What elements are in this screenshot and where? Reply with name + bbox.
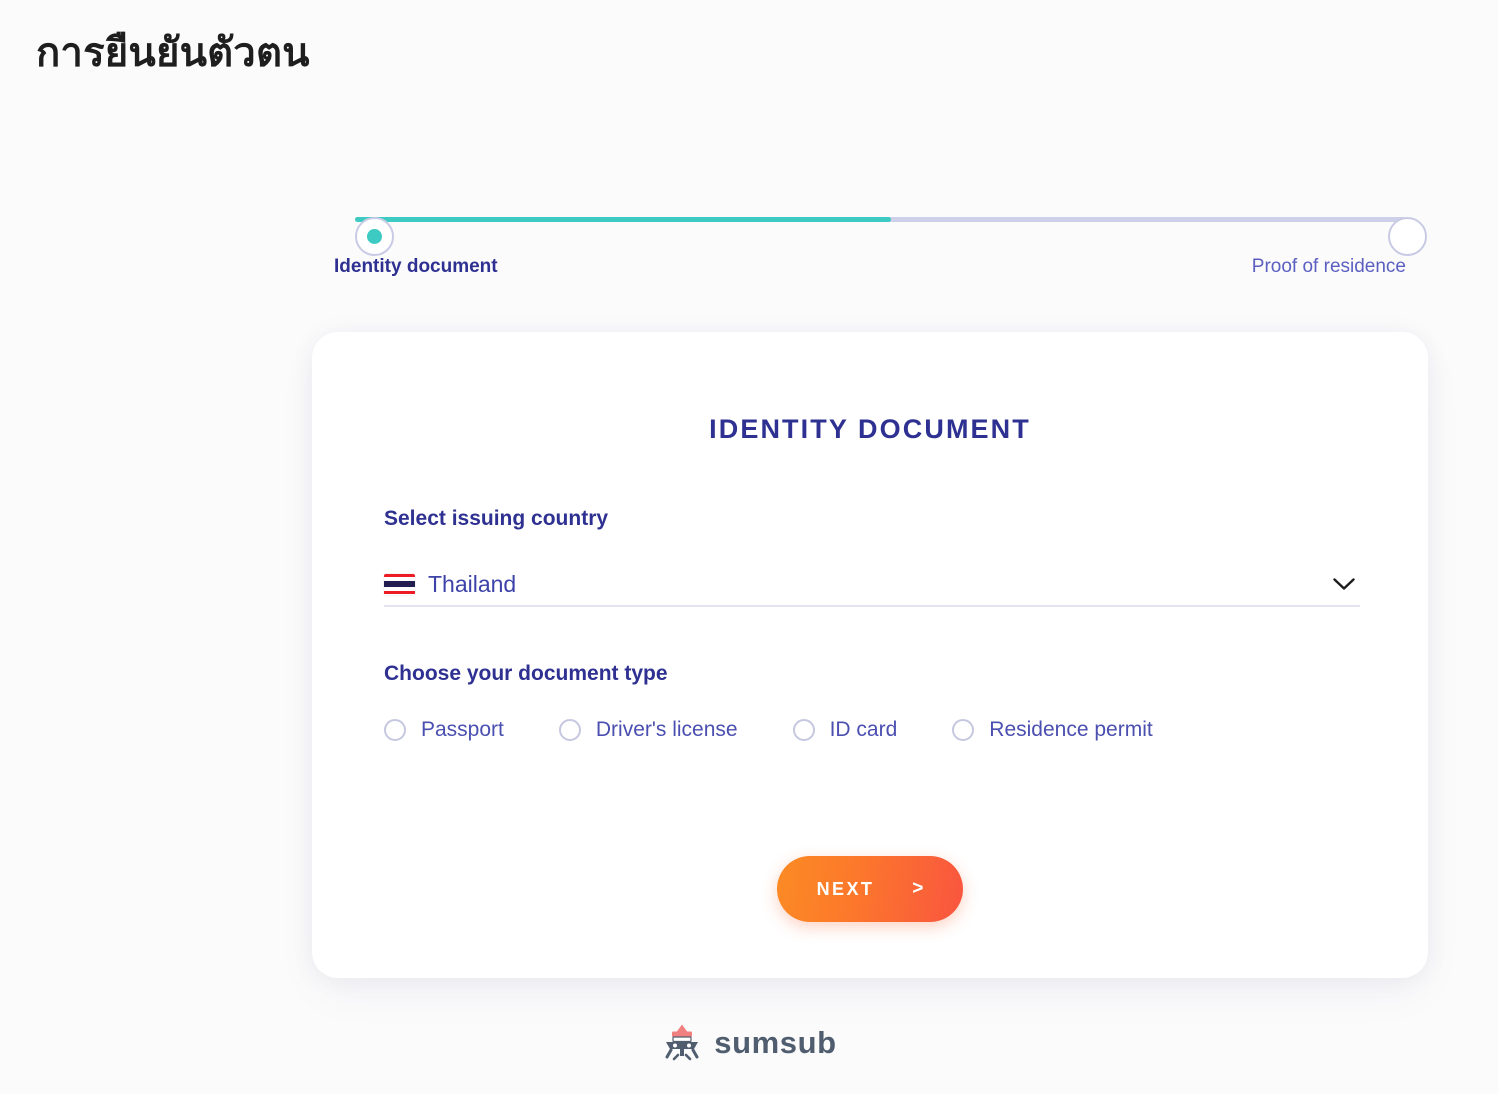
radio-label-passport: Passport: [421, 718, 504, 741]
step-node-proof-of-residence[interactable]: [1388, 217, 1427, 256]
card-title: IDENTITY DOCUMENT: [709, 414, 1031, 444]
stepper-track-progress: [355, 217, 891, 222]
arrow-right-icon: >: [912, 878, 924, 899]
radio-option-residence-permit[interactable]: Residence permit: [952, 718, 1153, 742]
radio-label-drivers-license: Driver's license: [595, 718, 738, 741]
radio-label-residence-permit: Residence permit: [989, 718, 1153, 741]
radio-circle-icon: [952, 719, 975, 741]
issuing-country-select[interactable]: Thailand: [384, 563, 1360, 607]
footer-branding: sumsub: [0, 1022, 1498, 1062]
verification-page: การยืนยันตัวตน Identity document Proof o…: [0, 0, 1498, 1094]
issuing-country-value: Thailand: [428, 570, 517, 597]
identity-document-card: IDENTITY DOCUMENT Select issuing country…: [312, 332, 1428, 978]
sumsub-wordmark: sumsub: [714, 1024, 837, 1060]
issuing-country-label: Select issuing country: [384, 507, 609, 530]
radio-option-passport[interactable]: Passport: [384, 718, 504, 742]
stepper-track: [355, 217, 1498, 256]
radio-label-id-card: ID card: [829, 718, 898, 741]
step-node-identity-document[interactable]: [355, 217, 394, 256]
step-label-proof-of-residence: Proof of residence: [1251, 256, 1406, 277]
chevron-down-icon[interactable]: [1331, 571, 1357, 597]
sumsub-logo-icon: [661, 1022, 703, 1062]
step-label-identity-document: Identity document: [334, 256, 498, 277]
issuing-country-field: Select issuing country Thailand: [384, 507, 1360, 607]
document-type-label: Choose your document type: [384, 662, 668, 685]
next-button[interactable]: NEXT >: [777, 856, 963, 922]
radio-option-id-card[interactable]: ID card: [792, 718, 898, 742]
next-button-label: NEXT: [816, 878, 875, 899]
radio-circle-icon: [792, 719, 815, 741]
page-title: การยืนยันตัวตน: [36, 30, 310, 76]
radio-circle-icon: [384, 719, 406, 741]
radio-option-drivers-license[interactable]: Driver's license: [558, 718, 738, 742]
document-type-field: Choose your document type Passport Drive…: [384, 662, 1360, 742]
thailand-flag-icon: [384, 573, 415, 595]
radio-circle-icon: [558, 719, 581, 741]
progress-stepper: Identity document Proof of residence: [334, 200, 1427, 292]
step-active-dot: [367, 229, 382, 244]
next-button-row: NEXT >: [312, 856, 1428, 922]
document-type-radio-group: Passport Driver's license ID card Reside…: [384, 718, 1360, 742]
